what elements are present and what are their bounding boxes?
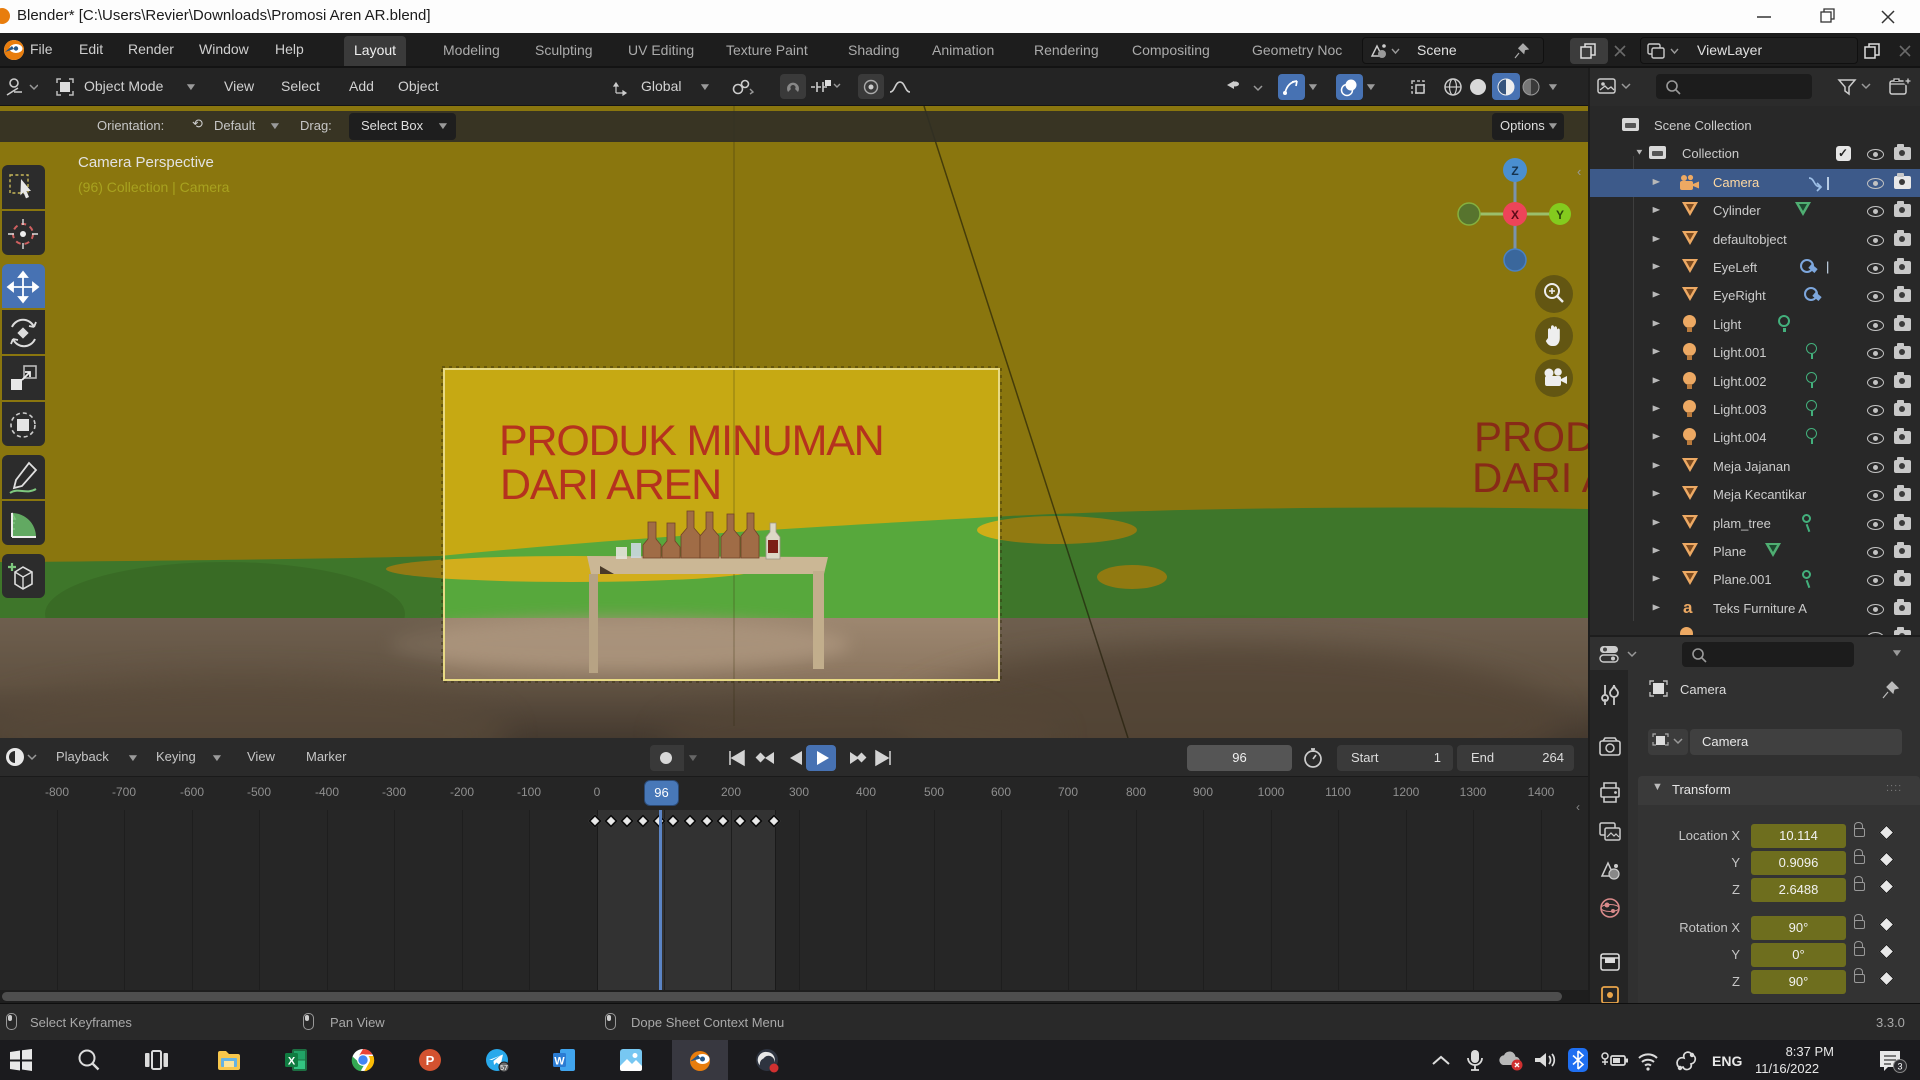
svg-text:Z: Z xyxy=(1511,164,1518,178)
svg-text:PRODUK MINUMAN: PRODUK MINUMAN xyxy=(499,417,884,465)
svg-text:Y: Y xyxy=(1556,208,1564,222)
svg-text:X: X xyxy=(1511,208,1519,222)
svg-text:X: X xyxy=(288,1056,296,1068)
svg-text:3: 3 xyxy=(1897,1062,1902,1072)
svg-text:P: P xyxy=(426,1053,435,1068)
svg-text:DARI AREN: DARI AREN xyxy=(500,461,721,509)
svg-text:W: W xyxy=(554,1056,565,1068)
svg-text:57: 57 xyxy=(500,1065,508,1072)
